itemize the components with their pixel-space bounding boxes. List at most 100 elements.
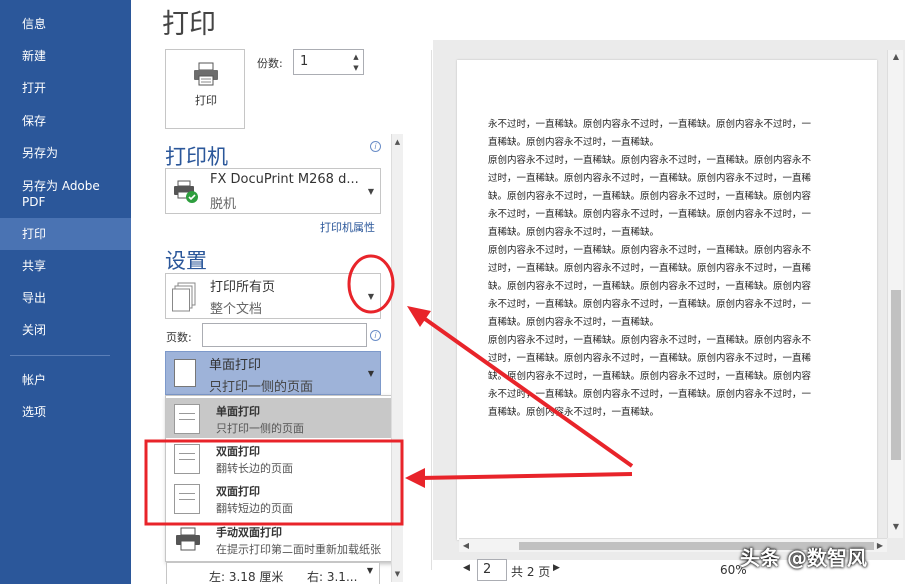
panel-divider: [431, 50, 432, 570]
menu-item-manual-duplex[interactable]: 手动双面打印 在提示打印第二面时重新加载纸张: [166, 520, 394, 560]
nav-item-new[interactable]: 新建: [0, 48, 131, 64]
preview-line: 原创内容永不过时，一直稀缺。原创内容永不过时，一直稀缺。原创内容永不: [488, 155, 812, 166]
printer-status: 脱机: [210, 197, 237, 212]
copies-stepper[interactable]: 1 ▲ ▼: [293, 49, 364, 75]
menu-item-title: 双面打印: [216, 485, 260, 498]
printer-section-title: 打印机: [165, 145, 228, 169]
chevron-down-icon: ▼: [367, 187, 374, 196]
print-range-dropdown[interactable]: 打印所有页 整个文档 ▼: [165, 273, 381, 319]
scroll-right-arrow[interactable]: ▶: [873, 539, 887, 553]
print-range-sub: 整个文档: [210, 302, 263, 317]
nav-divider: [10, 355, 110, 356]
scroll-left-arrow[interactable]: ◀: [459, 539, 473, 553]
preview-line: 永不过时，一直稀缺。原创内容永不过时，一直稀缺。原创内容永不过时，一: [488, 389, 812, 400]
current-page-input[interactable]: 2: [477, 559, 507, 581]
print-range-main: 打印所有页: [210, 280, 276, 295]
backstage-nav: 信息 新建 打开 保存 另存为 另存为 Adobe PDF 打印 共享 导出 关…: [0, 0, 131, 584]
arrowhead: [405, 468, 425, 488]
margins-dropdown[interactable]: 左: 3.18 厘米 右: 3.1... ▼: [166, 562, 380, 584]
chevron-up-icon[interactable]: ▲: [351, 52, 361, 62]
page-title: 打印: [162, 9, 216, 40]
prev-page-icon[interactable]: ◀: [463, 563, 470, 573]
print-button[interactable]: 打印: [165, 49, 245, 129]
nav-item-options[interactable]: 选项: [0, 404, 131, 420]
nav-item-open[interactable]: 打开: [0, 80, 131, 96]
preview-line: 直稀缺。原创内容永不过时，一直稀缺。: [488, 227, 660, 238]
menu-item-title: 手动双面打印: [216, 526, 282, 539]
printer-icon: [194, 62, 218, 86]
info-icon[interactable]: i: [370, 330, 381, 341]
menu-item-duplex-short[interactable]: 双面打印 翻转短边的页面: [166, 478, 394, 518]
printer-properties-link[interactable]: 打印机属性: [320, 219, 375, 235]
total-pages: 共 2 页: [511, 565, 551, 579]
next-page-icon[interactable]: ▶: [553, 563, 560, 573]
sides-main: 单面打印: [209, 358, 262, 373]
pages-input[interactable]: [202, 323, 367, 347]
printer-icon: [176, 527, 200, 551]
nav-item-save-as[interactable]: 另存为: [0, 145, 131, 161]
preview-line: 永不过时，一直稀缺。原创内容永不过时，一直稀缺。原创内容永不过时，一: [488, 209, 812, 220]
duplex-long-edge-icon: [174, 444, 200, 474]
settings-scrollbar[interactable]: ▲ ▼: [391, 134, 403, 582]
preview-line: 过时，一直稀缺。原创内容永不过时，一直稀缺。原创内容永不过时，一直稀: [488, 263, 812, 274]
printer-name: FX DocuPrint M268 d...: [210, 172, 359, 187]
preview-line: 过时，一直稀缺。原创内容永不过时，一直稀缺。原创内容永不过时，一直稀: [488, 173, 812, 184]
duplex-short-edge-icon: [174, 484, 200, 514]
preview-line: 直稀缺。原创内容永不过时，一直稀缺。: [488, 137, 660, 148]
nav-item-close[interactable]: 关闭: [0, 322, 131, 338]
preview-line: 直稀缺。原创内容永不过时，一直稀缺。: [488, 317, 660, 328]
watermark: 头条 @数智风: [740, 546, 867, 570]
single-page-icon: [174, 359, 196, 387]
menu-item-subtitle: 翻转短边的页面: [216, 502, 293, 515]
nav-item-export[interactable]: 导出: [0, 290, 131, 306]
nav-item-account[interactable]: 帐户: [0, 372, 131, 388]
pages-icon: [172, 282, 196, 312]
preview-line: 永不过时，一直稀缺。原创内容永不过时，一直稀缺。原创内容永不过时，一: [488, 119, 812, 130]
menu-item-duplex-long[interactable]: 双面打印 翻转长边的页面: [166, 438, 394, 478]
menu-item-title: 双面打印: [216, 445, 260, 458]
scroll-down-arrow[interactable]: ▼: [888, 522, 904, 536]
margin-right-value: 右: 3.1...: [307, 570, 358, 584]
pages-label: 页数:: [166, 331, 192, 344]
scroll-up-arrow[interactable]: ▲: [392, 136, 403, 148]
chevron-down-icon: ▼: [367, 292, 374, 301]
copies-value: 1: [300, 54, 309, 69]
preview-line: 过时，一直稀缺。原创内容永不过时，一直稀缺。原创内容永不过时，一直稀: [488, 353, 812, 364]
chevron-down-icon: ▼: [366, 566, 373, 575]
nav-item-info[interactable]: 信息: [0, 16, 131, 32]
preview-line: 直稀缺。原创内容永不过时，一直稀缺。: [488, 407, 660, 418]
single-sided-icon: [174, 404, 200, 434]
nav-item-save[interactable]: 保存: [0, 113, 131, 129]
copies-label: 份数:: [257, 57, 283, 70]
menu-item-subtitle: 翻转长边的页面: [216, 462, 293, 475]
menu-item-subtitle: 在提示打印第二面时重新加载纸张: [216, 543, 381, 556]
menu-item-single-sided[interactable]: 单面打印 只打印一侧的页面: [166, 398, 394, 438]
margin-left-value: 左: 3.18 厘米: [209, 570, 284, 584]
print-button-label: 打印: [195, 94, 217, 107]
menu-item-subtitle: 只打印一侧的页面: [216, 422, 304, 435]
menu-item-title: 单面打印: [216, 405, 260, 418]
sides-sub: 只打印一侧的页面: [209, 380, 314, 395]
preview-vertical-scrollbar[interactable]: ▲ ▼: [887, 50, 903, 538]
sides-dropdown[interactable]: 单面打印 只打印一侧的页面 ▼: [165, 351, 381, 395]
nav-item-print[interactable]: 打印: [0, 218, 131, 250]
preview-line: 原创内容永不过时，一直稀缺。原创内容永不过时，一直稀缺。原创内容永不: [488, 335, 812, 346]
sides-menu: 单面打印 只打印一侧的页面 双面打印 翻转长边的页面 双面打印 翻转短边的页面 …: [165, 395, 395, 562]
scroll-up-arrow[interactable]: ▲: [888, 52, 904, 66]
arrowhead: [407, 306, 431, 327]
printer-dropdown[interactable]: FX DocuPrint M268 d... 脱机 ▼: [165, 168, 381, 214]
printer-status-icon: [174, 180, 198, 203]
nav-item-save-as-pdf[interactable]: 另存为 Adobe PDF: [0, 178, 110, 210]
preview-line: 永不过时，一直稀缺。原创内容永不过时，一直稀缺。原创内容永不过时，一: [488, 299, 812, 310]
settings-section-title: 设置: [165, 249, 207, 273]
info-icon[interactable]: i: [370, 141, 381, 152]
chevron-down-icon: ▼: [367, 369, 374, 378]
scroll-thumb[interactable]: [891, 290, 901, 460]
chevron-down-icon[interactable]: ▼: [351, 63, 361, 73]
preview-line: 缺。原创内容永不过时，一直稀缺。原创内容永不过时，一直稀缺。原创内容: [488, 371, 812, 382]
scroll-down-arrow[interactable]: ▼: [392, 568, 403, 580]
preview-line: 缺。原创内容永不过时，一直稀缺。原创内容永不过时，一直稀缺。原创内容: [488, 281, 812, 292]
preview-line: 缺。原创内容永不过时，一直稀缺。原创内容永不过时，一直稀缺。原创内容: [488, 191, 812, 202]
nav-item-share[interactable]: 共享: [0, 258, 131, 274]
preview-line: 原创内容永不过时，一直稀缺。原创内容永不过时，一直稀缺。原创内容永不: [488, 245, 812, 256]
